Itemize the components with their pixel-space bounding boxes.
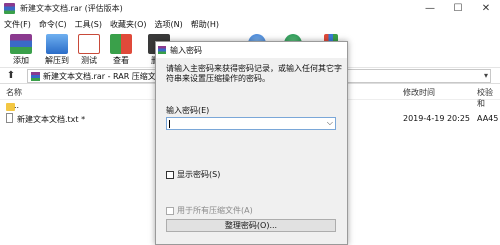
dialog-description: 请输入主密码来获得密码记录，或输入任何其它字符串来设置压缩操作的密码。 [166, 64, 342, 83]
menu-file[interactable]: 文件(F) [0, 19, 35, 30]
dialog-title-bar: 输入密码 [156, 42, 347, 58]
password-input[interactable]: ⌵ [166, 117, 336, 130]
menu-tools[interactable]: 工具(S) [71, 19, 106, 30]
toolbar-test-label: 测试 [81, 56, 97, 65]
file-name: .. [14, 101, 20, 110]
file-modified: 2019-4-19 20:25 [403, 114, 470, 123]
menu-options[interactable]: 选项(N) [151, 19, 187, 30]
maximize-button[interactable]: ☐ [444, 0, 472, 17]
view-icon [110, 34, 132, 54]
extract-icon [46, 34, 68, 54]
menu-bar: 文件(F) 命令(C) 工具(S) 收藏夹(O) 选项(N) 帮助(H) [0, 17, 500, 32]
column-modified[interactable]: 修改时间 [403, 87, 435, 98]
toolbar-add-button[interactable]: 添加 [4, 34, 38, 66]
toolbar-view-label: 查看 [113, 56, 129, 65]
use-for-all-checkbox: 用于所有压缩文件(A) [166, 205, 253, 216]
use-for-all-label: 用于所有压缩文件(A) [177, 206, 253, 215]
menu-help[interactable]: 帮助(H) [187, 19, 223, 30]
chevron-down-icon[interactable]: ▾ [484, 71, 488, 80]
file-name: 新建文本文档.txt * [17, 115, 86, 124]
winrar-icon [158, 46, 166, 54]
checkbox-box [166, 206, 174, 215]
text-file-icon [6, 113, 13, 123]
text-caret [169, 120, 170, 128]
toolbar-test-button[interactable]: 测试 [72, 34, 106, 66]
show-password-checkbox[interactable]: 显示密码(S) [166, 169, 220, 180]
organize-passwords-button[interactable]: 整理密码(O)... [166, 219, 336, 232]
checkbox-box[interactable] [166, 170, 174, 179]
winrar-icon [4, 3, 15, 14]
window-title: 新建文本文档.rar (评估版本) [20, 4, 123, 13]
dialog-title: 输入密码 [170, 45, 202, 55]
column-name[interactable]: 名称 [6, 87, 22, 98]
archive-icon [31, 71, 40, 81]
menu-favorites[interactable]: 收藏夹(O) [106, 19, 151, 30]
toolbar-extract-label: 解压到 [45, 56, 69, 65]
toolbar-add-label: 添加 [13, 56, 29, 65]
toolbar-view-button[interactable]: 查看 [104, 34, 138, 66]
password-label: 输入密码(E) [166, 106, 210, 115]
up-arrow-icon[interactable]: ⬆ [4, 69, 18, 83]
chevron-down-icon[interactable]: ⌵ [327, 118, 333, 128]
menu-commands[interactable]: 命令(C) [35, 19, 71, 30]
add-icon [10, 34, 32, 54]
toolbar-extract-button[interactable]: 解压到 [40, 34, 74, 66]
show-password-label: 显示密码(S) [177, 170, 221, 179]
password-dialog: 输入密码 请输入主密码来获得密码记录，或输入任何其它字符串来设置压缩操作的密码。… [155, 41, 348, 245]
minimize-button[interactable]: — [416, 0, 444, 17]
file-crc: AA45 [477, 114, 499, 123]
close-button[interactable]: ✕ [472, 0, 500, 17]
title-bar: 新建文本文档.rar (评估版本) — ☐ ✕ [0, 0, 500, 17]
test-icon [78, 34, 100, 54]
